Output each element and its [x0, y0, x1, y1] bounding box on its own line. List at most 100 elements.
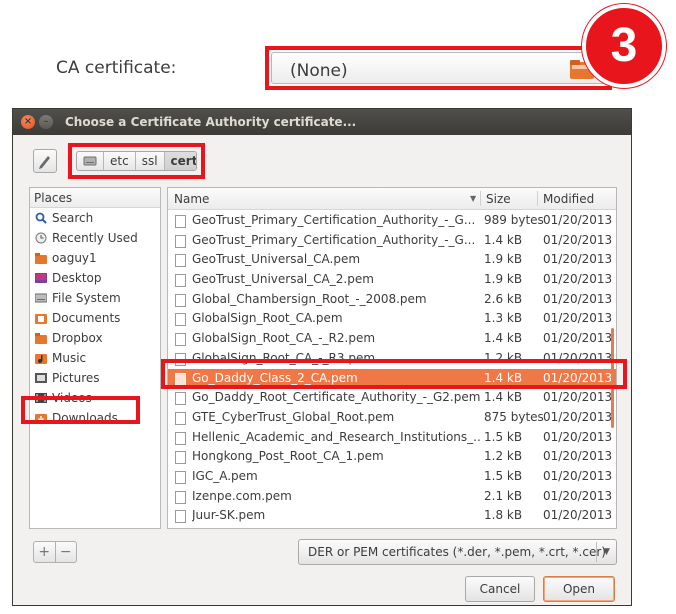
- file-modified: 01/20/2013: [543, 272, 613, 287]
- file-size: 1.5 kB: [484, 429, 523, 444]
- file-size: 1.4 kB: [484, 232, 523, 247]
- file-row[interactable]: GeoTrust_Primary_Certification_Authority…: [168, 211, 616, 231]
- path-root-button[interactable]: [77, 152, 104, 170]
- file-size: 1.9 kB: [484, 252, 523, 267]
- documents-folder-icon: [35, 314, 47, 324]
- file-type-filter-value: DER or PEM certificates (*.der, *.pem, *…: [308, 545, 606, 559]
- clock-icon: [35, 232, 47, 244]
- file-icon: [175, 293, 186, 307]
- file-name: GTE_CyberTrust_Global_Root.pem: [192, 409, 395, 424]
- file-name: GeoTrust_Primary_Certification_Authority…: [192, 232, 476, 247]
- place-recently-used[interactable]: Recently Used: [30, 228, 160, 248]
- music-folder-icon: [35, 354, 47, 364]
- file-row[interactable]: Global_Chambersign_Root_-_2008.pem 2.6 kB…: [168, 290, 616, 310]
- minimize-icon[interactable]: –: [39, 115, 53, 129]
- file-size: 1.8 kB: [484, 508, 523, 523]
- file-modified: 01/20/2013: [543, 252, 613, 267]
- close-icon[interactable]: ×: [21, 115, 35, 129]
- file-size: 2.1 kB: [484, 488, 523, 503]
- file-name: Juur-SK.pem: [192, 508, 266, 523]
- file-row[interactable]: GlobalSign_Root_CA_-_R2.pem 1.4 kB 01/20/2…: [168, 329, 616, 349]
- file-size: 1.9 kB: [484, 272, 523, 287]
- ca-certificate-value: (None): [290, 61, 348, 81]
- file-size: 1.5 kB: [484, 468, 523, 483]
- place-label: Recently Used: [52, 231, 138, 245]
- file-size: 1.4 kB: [484, 331, 523, 346]
- file-row[interactable]: Hellenic_Academic_and_Research_Instituti…: [168, 428, 616, 448]
- drive-icon: [83, 156, 97, 166]
- chevron-down-icon: ▼: [596, 542, 616, 562]
- file-row[interactable]: GTE_CyberTrust_Global_Root.pem 875 bytes 0…: [168, 408, 616, 428]
- file-row[interactable]: Izenpe.com.pem 2.1 kB 01/20/2013: [168, 487, 616, 507]
- place-label: Desktop: [52, 271, 102, 285]
- path-segment-etc[interactable]: etc: [104, 152, 136, 170]
- file-name: Hongkong_Post_Root_CA_1.pem: [192, 449, 384, 464]
- places-header: Places: [30, 188, 160, 208]
- file-size: 1.3 kB: [484, 311, 523, 326]
- search-icon: [35, 212, 47, 224]
- file-modified: 01/20/2013: [543, 508, 613, 523]
- file-row[interactable]: GeoTrust_Universal_CA_2.pem 1.9 kB 01/20/2…: [168, 270, 616, 290]
- remove-bookmark-button[interactable]: −: [56, 542, 77, 562]
- file-row[interactable]: Hongkong_Post_Root_CA_1.pem 1.2 kB 01/20/2…: [168, 447, 616, 467]
- cancel-button[interactable]: Cancel: [465, 576, 535, 602]
- place-dropbox[interactable]: Dropbox: [30, 328, 160, 348]
- ca-certificate-chooser[interactable]: (None): [265, 46, 612, 90]
- file-system-highlight: [21, 396, 140, 424]
- place-desktop[interactable]: Desktop: [30, 268, 160, 288]
- file-row[interactable]: GeoTrust_Primary_Certification_Authority…: [168, 231, 616, 251]
- column-divider: [480, 191, 481, 206]
- file-name: Global_Chambersign_Root_-_2008.pem: [192, 291, 427, 306]
- file-name: Hellenic_Academic_and_Research_Instituti…: [192, 429, 482, 444]
- file-icon: [175, 274, 186, 288]
- titlebar: × – Choose a Certificate Authority certi…: [13, 109, 631, 135]
- home-folder-icon: [35, 253, 47, 264]
- file-row[interactable]: Juur-SK.pem 1.8 kB 01/20/2013: [168, 506, 616, 526]
- file-row[interactable]: GlobalSign_Root_CA.pem 1.3 kB 01/20/2013: [168, 309, 616, 329]
- places-sidebar: Places Search Recently Used oaguy1 Deskt…: [29, 187, 161, 529]
- file-size: 875 bytes: [484, 409, 544, 424]
- column-divider: [537, 191, 538, 206]
- selected-file-highlight: [161, 359, 627, 389]
- file-row[interactable]: Go_Daddy_Root_Certificate_Authority_-_G2…: [168, 388, 616, 408]
- place-label: Pictures: [52, 371, 100, 385]
- file-name: Izenpe.com.pem: [192, 488, 292, 503]
- file-name: GeoTrust_Universal_CA.pem: [192, 252, 361, 267]
- column-size-header[interactable]: Size: [486, 192, 511, 206]
- file-list-pane: Name ▼ Size Modified GeoTrust_Primary_Ce…: [167, 187, 617, 529]
- sort-arrow-icon: ▼: [470, 194, 477, 203]
- place-home[interactable]: oaguy1: [30, 248, 160, 268]
- column-name-header[interactable]: Name: [174, 192, 209, 206]
- type-location-button[interactable]: [33, 149, 57, 173]
- place-pictures[interactable]: Pictures: [30, 368, 160, 388]
- column-modified-header[interactable]: Modified: [543, 192, 594, 206]
- file-row[interactable]: GeoTrust_Universal_CA.pem 1.9 kB 01/20/201…: [168, 250, 616, 270]
- dialog-title: Choose a Certificate Authority certifica…: [65, 115, 357, 129]
- path-segment-ssl[interactable]: ssl: [136, 152, 165, 170]
- file-modified: 01/20/2013: [543, 390, 613, 405]
- file-icon: [175, 313, 186, 327]
- path-bar: etc ssl certs: [76, 151, 197, 171]
- desktop-icon: [35, 273, 47, 283]
- place-documents[interactable]: Documents: [30, 308, 160, 328]
- file-row[interactable]: IGC_A.pem 1.5 kB 01/20/2013: [168, 467, 616, 487]
- add-bookmark-button[interactable]: +: [34, 542, 56, 562]
- file-type-filter[interactable]: DER or PEM certificates (*.der, *.pem, *…: [298, 539, 617, 565]
- place-file-system[interactable]: File System: [30, 288, 160, 308]
- file-chooser-dialog: × – Choose a Certificate Authority certi…: [12, 108, 632, 606]
- place-label: Search: [52, 211, 94, 225]
- open-button[interactable]: Open: [543, 576, 615, 602]
- file-modified: 01/20/2013: [543, 232, 613, 247]
- place-label: Documents: [52, 311, 121, 325]
- file-modified: 01/20/2013: [543, 429, 613, 444]
- file-name: GlobalSign_Root_CA.pem: [192, 311, 343, 326]
- ca-certificate-label: CA certificate:: [56, 58, 177, 78]
- path-segment-certs[interactable]: certs: [164, 152, 196, 170]
- file-name: GeoTrust_Universal_CA_2.pem: [192, 272, 374, 287]
- folder-icon: [35, 333, 47, 344]
- file-modified: 01/20/2013: [543, 468, 613, 483]
- place-music[interactable]: Music: [30, 348, 160, 368]
- file-modified: 01/20/2013: [543, 291, 613, 306]
- place-search[interactable]: Search: [30, 208, 160, 228]
- file-icon: [175, 470, 186, 484]
